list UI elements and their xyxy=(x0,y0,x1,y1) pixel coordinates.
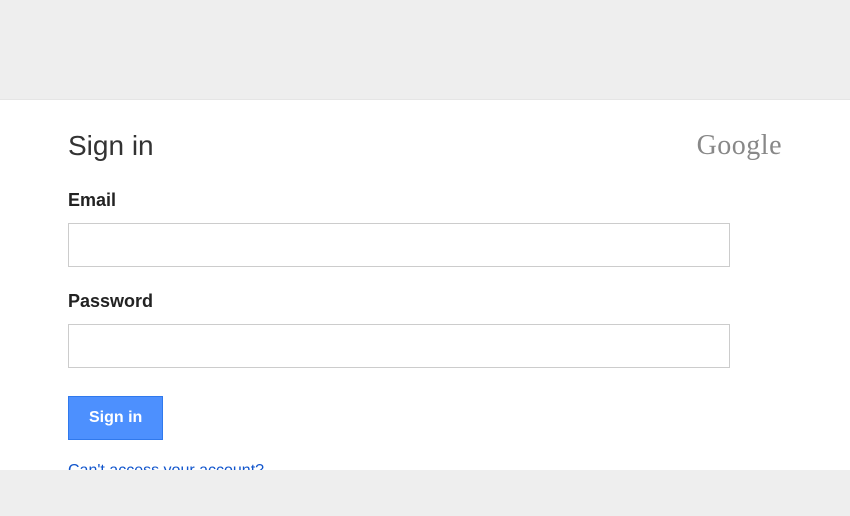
password-field[interactable] xyxy=(68,324,730,368)
password-label: Password xyxy=(68,291,782,312)
page-title: Sign in xyxy=(68,130,154,162)
password-group: Password xyxy=(68,291,782,368)
signin-button[interactable]: Sign in xyxy=(68,396,163,440)
top-band xyxy=(0,0,850,100)
email-group: Email xyxy=(68,190,782,267)
google-logo: Google xyxy=(697,130,782,162)
signin-panel: Sign in Google Email Password Sign in Ca… xyxy=(0,100,850,480)
bottom-band xyxy=(0,470,850,516)
email-field[interactable] xyxy=(68,223,730,267)
header-row: Sign in Google xyxy=(68,130,782,162)
email-label: Email xyxy=(68,190,782,211)
